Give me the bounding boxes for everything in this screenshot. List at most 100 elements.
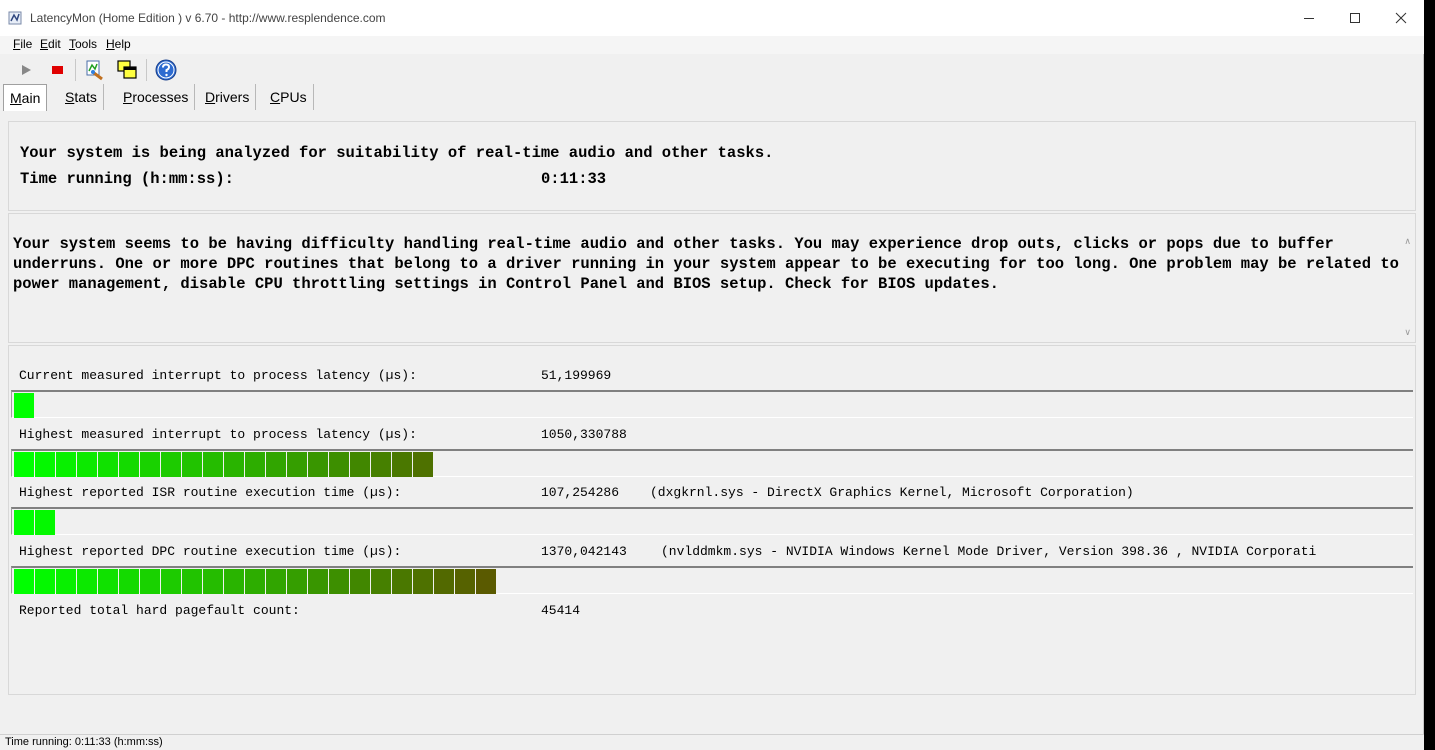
toolbar xyxy=(0,56,1424,84)
toolbar-separator xyxy=(146,59,147,81)
tab-processes[interactable]: Processes xyxy=(117,84,196,110)
time-running-label: Time running (h:mm:ss): xyxy=(20,170,234,188)
windows-button[interactable] xyxy=(115,58,139,82)
maximize-icon xyxy=(1350,13,1360,23)
current-latency-bar-fill xyxy=(14,393,34,418)
scroll-down-icon[interactable]: ∨ xyxy=(1404,327,1411,338)
highest-latency-value: 1050,330788 xyxy=(541,427,627,442)
bar-segment xyxy=(266,569,286,594)
analyze-icon xyxy=(86,60,103,81)
bar-segment xyxy=(161,452,181,477)
bar-segment xyxy=(329,569,349,594)
app-window: LatencyMon (Home Edition ) v 6.70 - http… xyxy=(0,0,1424,750)
bar-segment xyxy=(245,569,265,594)
bar-segment xyxy=(224,569,244,594)
window-title: LatencyMon (Home Edition ) v 6.70 - http… xyxy=(30,11,386,25)
menu-edit[interactable]: Edit xyxy=(40,37,61,51)
bar-segment xyxy=(371,452,391,477)
bar-segment xyxy=(224,452,244,477)
highest-latency-bar-fill xyxy=(14,452,433,477)
bar-segment xyxy=(413,452,433,477)
isr-time-value: 107,254286 xyxy=(541,485,620,500)
tab-drivers[interactable]: Drivers xyxy=(199,84,257,110)
menu-bar: File Edit Tools Help xyxy=(0,36,1424,54)
analyze-button[interactable] xyxy=(83,58,107,82)
bar-segment xyxy=(434,569,454,594)
bar-segment xyxy=(287,452,307,477)
bar-segment xyxy=(140,569,160,594)
highest-latency-bar xyxy=(11,449,1413,477)
message-panel[interactable]: Your system seems to be having difficult… xyxy=(8,213,1416,343)
menu-file[interactable]: File xyxy=(13,37,32,51)
bar-segment xyxy=(455,569,475,594)
toolbar-separator xyxy=(75,59,76,81)
status-text: Time running: 0:11:33 (h:mm:ss) xyxy=(5,736,163,748)
scroll-up-icon[interactable]: ∧ xyxy=(1404,236,1411,247)
bar-segment xyxy=(35,510,55,535)
start-button[interactable] xyxy=(14,58,38,82)
help-icon xyxy=(155,59,177,81)
bar-segment xyxy=(35,452,55,477)
app-icon xyxy=(8,11,22,25)
bar-segment xyxy=(287,569,307,594)
current-latency-label: Current measured interrupt to process la… xyxy=(19,368,417,383)
dpc-time-label: Highest reported DPC routine execution t… xyxy=(19,544,402,559)
bar-segment xyxy=(245,452,265,477)
time-running-value: 0:11:33 xyxy=(541,170,607,188)
stop-icon xyxy=(52,66,63,74)
isr-time-bar xyxy=(11,507,1413,535)
bar-segment xyxy=(14,510,34,535)
bar-segment xyxy=(161,569,181,594)
bar-segment xyxy=(14,569,34,594)
bar-segment xyxy=(119,452,139,477)
windows-icon xyxy=(117,60,137,79)
bar-segment xyxy=(119,569,139,594)
close-icon xyxy=(1395,12,1407,24)
bar-segment xyxy=(392,569,412,594)
bar-segment xyxy=(203,569,223,594)
pagefault-count-value: 45414 xyxy=(541,603,581,618)
bar-segment xyxy=(350,452,370,477)
bar-segment xyxy=(14,452,34,477)
bar-segment xyxy=(140,452,160,477)
bar-segment xyxy=(203,452,223,477)
bar-segment xyxy=(98,569,118,594)
bar-segment xyxy=(350,569,370,594)
bar-segment xyxy=(14,393,34,418)
bar-segment xyxy=(392,452,412,477)
dpc-time-value: 1370,042143 xyxy=(541,544,627,559)
bar-segment xyxy=(56,569,76,594)
minimize-button[interactable] xyxy=(1286,0,1332,36)
bar-segment xyxy=(182,569,202,594)
maximize-button[interactable] xyxy=(1332,0,1378,36)
bar-segment xyxy=(308,452,328,477)
title-bar[interactable]: LatencyMon (Home Edition ) v 6.70 - http… xyxy=(0,0,1424,36)
isr-time-bar-fill xyxy=(14,510,55,535)
menu-tools[interactable]: Tools xyxy=(69,37,97,51)
bar-segment xyxy=(98,452,118,477)
bar-segment xyxy=(56,452,76,477)
bar-segment xyxy=(371,569,391,594)
tab-cpus[interactable]: CPUs xyxy=(264,84,314,110)
stop-button[interactable] xyxy=(45,58,69,82)
tab-stats[interactable]: Stats xyxy=(59,84,104,110)
tab-strip: Main Stats Processes Drivers CPUs xyxy=(0,84,1424,112)
help-button[interactable] xyxy=(154,58,178,82)
bar-segment xyxy=(308,569,328,594)
dpc-time-bar-fill xyxy=(14,569,496,594)
bar-segment xyxy=(329,452,349,477)
close-button[interactable] xyxy=(1378,0,1424,36)
bar-segment xyxy=(182,452,202,477)
summary-panel: Your system is being analyzed for suitab… xyxy=(8,121,1416,211)
current-latency-bar xyxy=(11,390,1413,418)
bar-segment xyxy=(35,569,55,594)
bar-segment xyxy=(266,452,286,477)
tab-main[interactable]: Main xyxy=(3,84,48,111)
pagefault-count-label: Reported total hard pagefault count: xyxy=(19,603,300,618)
isr-time-label: Highest reported ISR routine execution t… xyxy=(19,485,402,500)
menu-help[interactable]: Help xyxy=(106,37,131,51)
status-bar: Time running: 0:11:33 (h:mm:ss) xyxy=(0,734,1424,750)
play-icon xyxy=(22,65,31,75)
diagnosis-message: Your system seems to be having difficult… xyxy=(13,235,1399,293)
metrics-panel: Current measured interrupt to process la… xyxy=(8,345,1416,695)
